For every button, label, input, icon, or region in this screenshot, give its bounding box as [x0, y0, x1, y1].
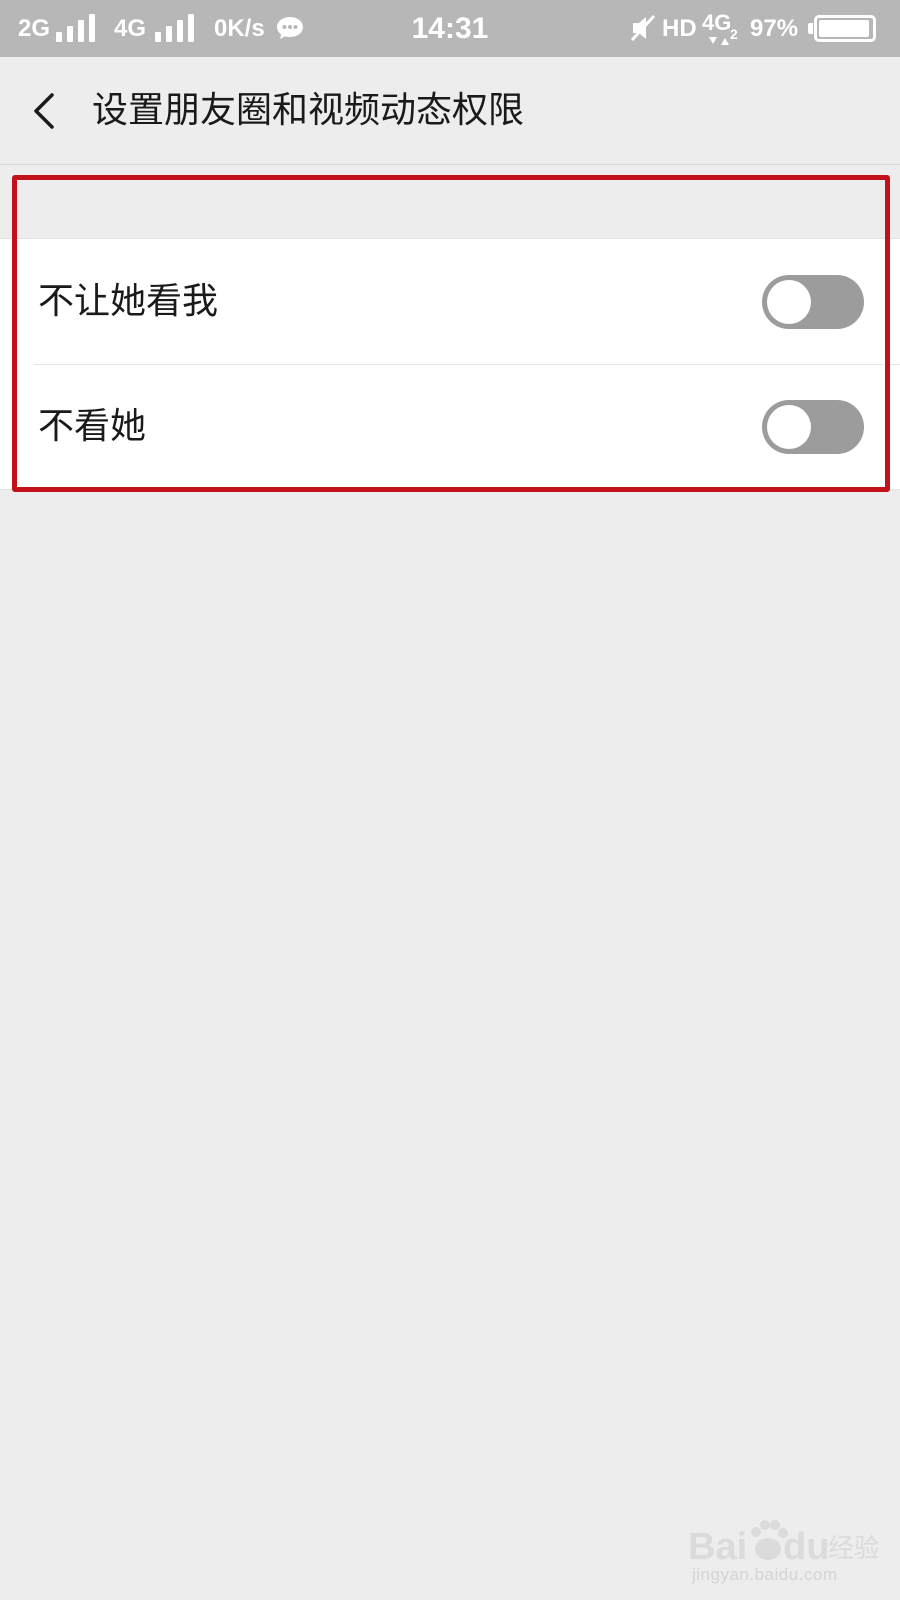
nav-header: 设置朋友圈和视频动态权限 — [0, 57, 900, 165]
network-sim-index: 2 — [730, 26, 738, 42]
back-button[interactable] — [20, 81, 80, 141]
chevron-left-icon — [34, 93, 54, 129]
page-title: 设置朋友圈和视频动态权限 — [92, 90, 525, 131]
setting-row-hide-my-moments[interactable]: 不让她看我 — [0, 239, 900, 364]
toggle-hide-her-moments[interactable] — [762, 400, 864, 454]
setting-label: 不看她 — [38, 406, 147, 447]
status-bar: 2G 4G 0K/s 14:31 HD 4G 2 97% — [0, 0, 900, 57]
battery-percent: 97% — [750, 15, 799, 42]
hd-indicator: HD — [662, 15, 697, 42]
vibrate-mute-icon — [630, 14, 656, 42]
data-transfer-icon — [709, 37, 729, 45]
battery-tip — [808, 23, 813, 34]
svg-text:Bai: Bai — [688, 1526, 747, 1568]
setting-label: 不让她看我 — [38, 281, 219, 322]
toggle-knob — [767, 280, 811, 324]
settings-list: 不让她看我 不看她 — [0, 238, 900, 490]
toggle-knob — [767, 405, 811, 449]
toggle-hide-my-moments[interactable] — [762, 275, 864, 329]
setting-row-hide-her-moments[interactable]: 不看她 — [0, 364, 900, 489]
battery-icon — [814, 15, 876, 42]
watermark-url: jingyan.baidu.com — [692, 1565, 838, 1584]
svg-text:du: du — [783, 1526, 829, 1568]
svg-text:经验: 经验 — [828, 1534, 878, 1564]
battery-fill — [819, 20, 869, 37]
screen: 2G 4G 0K/s 14:31 HD 4G 2 97% 设置朋友圈和视频动态权… — [0, 0, 900, 1600]
section-spacer — [0, 166, 900, 238]
